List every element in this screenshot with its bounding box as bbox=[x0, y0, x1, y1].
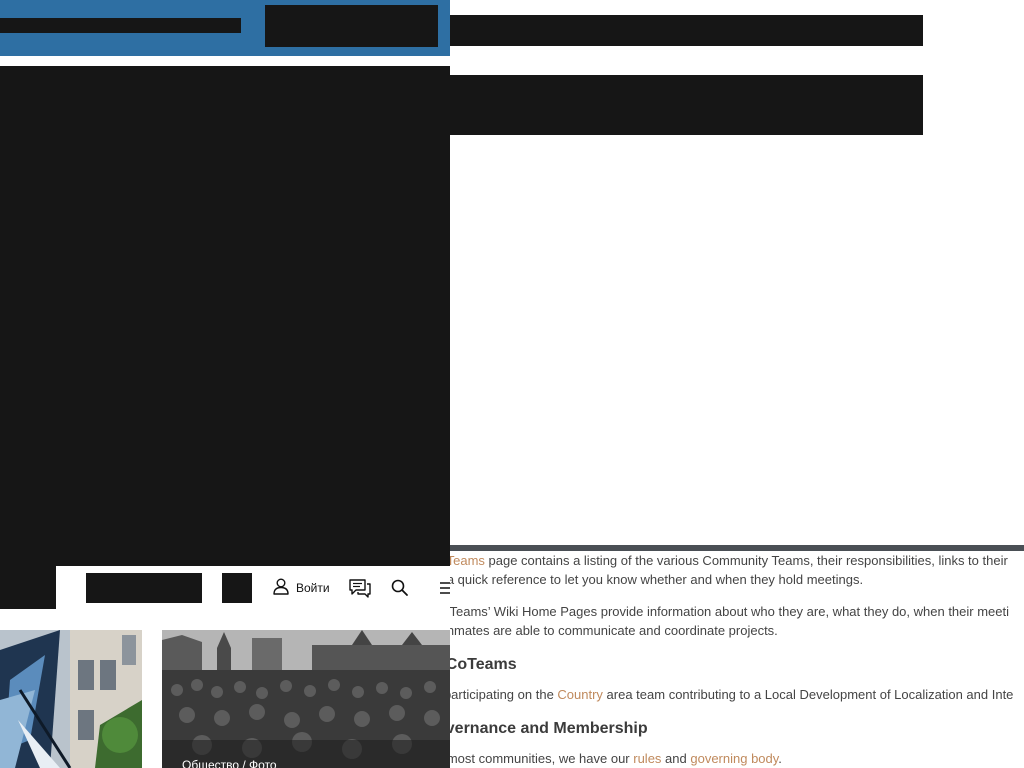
wiki-paragraph: st Teams’ Wiki Home Pages provide inform… bbox=[450, 602, 1009, 640]
menu-icon[interactable] bbox=[438, 580, 450, 596]
news-photo-mural[interactable] bbox=[0, 630, 142, 768]
search-icon[interactable] bbox=[390, 578, 410, 598]
text-fragment: d a quick reference to let you know whet… bbox=[450, 572, 864, 587]
country-link[interactable]: Country bbox=[557, 687, 603, 702]
photo-caption: Общество / Фото bbox=[182, 758, 277, 768]
text-fragment: st Teams’ Wiki Home Pages provide inform… bbox=[450, 604, 1010, 619]
chat-icon[interactable] bbox=[348, 577, 372, 599]
teams-link[interactable]: Teams bbox=[450, 553, 485, 568]
governing-body-link[interactable]: governing body bbox=[690, 751, 778, 766]
redacted-header-text bbox=[0, 18, 241, 33]
redacted-left-panel bbox=[0, 66, 450, 566]
user-icon bbox=[272, 577, 290, 600]
login-button[interactable]: Войти bbox=[272, 576, 330, 600]
text-fragment: . bbox=[778, 751, 782, 766]
login-label: Войти bbox=[296, 581, 330, 595]
article-content: e Teams page contains a listing of the v… bbox=[450, 551, 1024, 768]
locoteams-heading: oCoTeams bbox=[450, 656, 517, 673]
redacted-title-bar bbox=[450, 15, 923, 46]
text-fragment: ammates are able to communicate and coor… bbox=[450, 623, 778, 638]
redacted-logo[interactable] bbox=[86, 573, 202, 603]
redacted-left-panel-tail bbox=[0, 566, 56, 609]
governance-paragraph: e most communities, we have our rules an… bbox=[450, 749, 782, 768]
text-fragment: area team contributing to a Local Develo… bbox=[602, 687, 1014, 702]
teams-paragraph: e Teams page contains a listing of the v… bbox=[450, 551, 1008, 589]
news-photo-crowd[interactable]: Общество / Фото bbox=[162, 630, 450, 768]
redacted-banner bbox=[450, 75, 923, 135]
redacted-toolbar-button[interactable] bbox=[222, 573, 252, 603]
text-fragment: and bbox=[661, 751, 691, 766]
text-fragment: page contains a listing of the various C… bbox=[484, 553, 1008, 568]
screen: Войти Общество / Фото Teams page contain… bbox=[0, 0, 1024, 768]
rules-link[interactable]: rules bbox=[633, 751, 661, 766]
governance-heading: overnance and Membership bbox=[450, 720, 648, 737]
locoteams-paragraph: r participating on the Country area team… bbox=[450, 685, 1013, 704]
text-fragment: r participating on the bbox=[450, 687, 554, 702]
redacted-header-button[interactable] bbox=[265, 5, 438, 47]
text-fragment: e most communities, we have our bbox=[450, 751, 634, 766]
top-header-bar bbox=[0, 0, 450, 56]
